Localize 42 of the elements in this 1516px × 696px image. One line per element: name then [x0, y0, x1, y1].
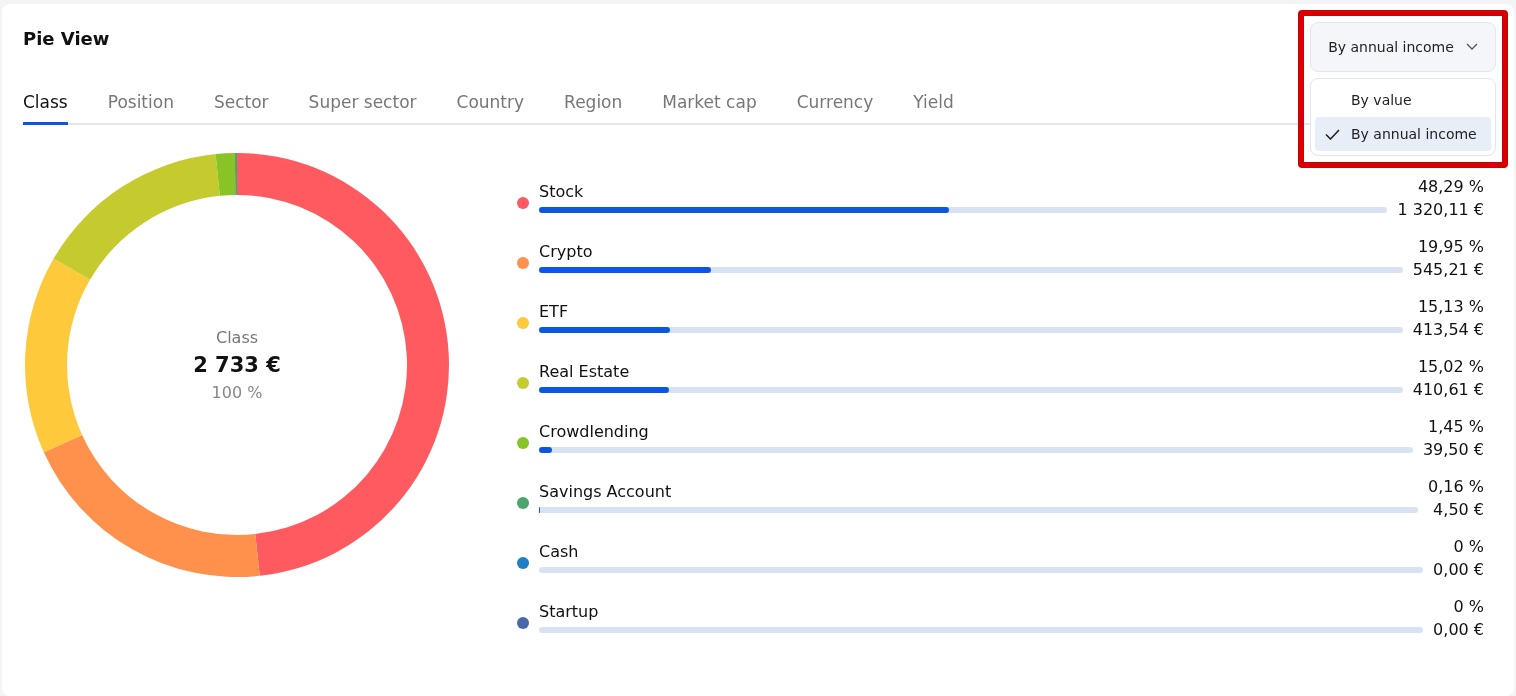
tab[interactable]: Sector: [213, 92, 269, 125]
amount-value: 0,00 €: [1433, 620, 1484, 639]
legend-label: Stock: [539, 182, 585, 201]
tab[interactable]: Class: [23, 92, 68, 125]
total-value: 2 733 €: [193, 353, 281, 377]
amount-value: 410,61 €: [1412, 380, 1484, 399]
percent-value: 0 %: [1453, 537, 1484, 556]
percent-value: 0 %: [1453, 597, 1484, 616]
amount-value: 4,50 €: [1433, 500, 1484, 519]
tab[interactable]: Region: [564, 92, 623, 125]
percent-value: 0,16 %: [1428, 477, 1484, 496]
percent-value: 19,95 %: [1417, 237, 1484, 256]
legend-label: Startup: [539, 602, 600, 621]
tab[interactable]: Yield: [913, 92, 954, 125]
amount-value: 0,00 €: [1433, 560, 1484, 579]
legend-label: Savings Account: [539, 482, 673, 501]
percent-value: 48,29 %: [1417, 177, 1484, 196]
checkmark-icon: [1325, 129, 1340, 140]
total-share: 100 %: [211, 383, 263, 402]
legend-label: Real Estate: [539, 362, 631, 381]
page-title: Pie View: [23, 28, 110, 51]
donut-label: Class: [215, 328, 259, 347]
amount-value: 1 320,11 €: [1397, 200, 1484, 219]
dropdown-option[interactable]: By value: [1315, 83, 1491, 117]
amount-value: 39,50 €: [1422, 440, 1484, 459]
legend-label: Cash: [539, 542, 580, 561]
tab[interactable]: Currency: [796, 92, 874, 125]
tab[interactable]: Market cap: [662, 92, 757, 125]
legend-label: Crypto: [539, 242, 594, 261]
percent-value: 15,02 %: [1417, 357, 1484, 376]
percent-value: 1,45 %: [1428, 417, 1484, 436]
tab[interactable]: Country: [456, 92, 525, 125]
dropdown-option[interactable]: By annual income: [1315, 117, 1491, 151]
legend-label: ETF: [539, 302, 570, 321]
tab[interactable]: Position: [107, 92, 174, 125]
amount-value: 413,54 €: [1412, 320, 1484, 339]
sort-dropdown[interactable]: By annual income: [1310, 22, 1496, 72]
percent-value: 15,13 %: [1417, 297, 1484, 316]
tab[interactable]: Super sector: [308, 92, 417, 125]
legend-label: Crowdlending: [539, 422, 650, 441]
chevron-down-icon: [1465, 43, 1478, 51]
amount-value: 545,21 €: [1412, 260, 1484, 279]
